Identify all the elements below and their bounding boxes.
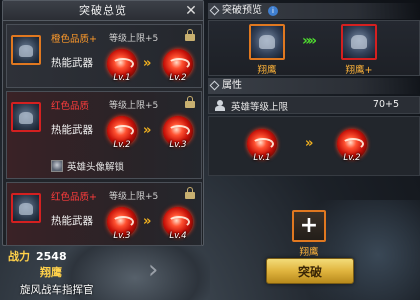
double-chevron-right-icon: »: [143, 214, 152, 229]
double-chevron-right-icon: »: [143, 123, 152, 138]
hero-portrait: [11, 193, 41, 223]
weapon-skill-icon[interactable]: Lv.2: [337, 129, 367, 163]
level-tag: Lv.1: [113, 73, 131, 83]
hero-name: 翔鹰: [40, 266, 62, 279]
diamond-icon: [209, 5, 220, 16]
weapon-skill-icon[interactable]: Lv.2: [163, 49, 193, 83]
breakthrough-detail-panel: 突破预览 i 翔鹰 »» 翔鹰+ 属性 英雄等级上限 70+5 Lv.1 » Lv…: [208, 0, 420, 300]
diamond-icon: [209, 80, 220, 91]
quality-label: 红色品质: [51, 101, 90, 112]
hero-card-name: 翔鹰: [257, 65, 277, 76]
quality-label: 橙色品质+: [51, 34, 97, 45]
weapon-label: 热能武器: [51, 215, 93, 227]
weapon-skill-icon[interactable]: Lv.4: [163, 207, 193, 241]
condition-label: 等级上限+5: [109, 192, 159, 202]
attribute-label: 英雄等级上限: [231, 102, 289, 113]
double-chevron-right-icon: »: [305, 136, 314, 151]
quality-label: 红色品质+: [51, 192, 97, 203]
breakthrough-row: 红色品质 等级上限+5 热能武器 Lv.2 » Lv.3 英雄头像解锁: [6, 91, 202, 179]
lock-icon: [185, 96, 195, 108]
hero-portrait: [11, 102, 41, 132]
add-material-button[interactable]: +: [292, 210, 326, 242]
plus-icon: +: [299, 213, 319, 238]
hero-card-next[interactable]: [341, 24, 377, 60]
material-name: 翔鹰: [299, 247, 319, 258]
section-header-preview: 突破预览 i: [208, 3, 420, 19]
condition-label: 等级上限+5: [109, 101, 159, 111]
level-tag: Lv.2: [343, 153, 361, 163]
double-chevron-right-icon: »»: [302, 33, 317, 49]
unlock-reward-label: 英雄头像解锁: [67, 162, 125, 173]
level-tag: Lv.2: [169, 73, 187, 83]
avatar-icon: [51, 160, 63, 172]
weapon-skill-icon[interactable]: Lv.3: [107, 207, 137, 241]
weapon-label: 热能武器: [51, 57, 93, 69]
weapon-skill-icon[interactable]: Lv.1: [107, 49, 137, 83]
double-chevron-right-icon: »: [143, 56, 152, 71]
attribute-row: 英雄等级上限 70+5: [208, 96, 420, 114]
section-title: 突破预览: [222, 5, 262, 16]
skill-upgrade-area: Lv.1 » Lv.2: [208, 116, 420, 176]
weapon-skill-icon[interactable]: Lv.2: [107, 116, 137, 150]
hero-level-icon: [215, 100, 225, 111]
unlock-reward: 英雄头像解锁: [51, 159, 124, 173]
breakthrough-summary-panel: 突破总览 ✕ 橙色品质+ 等级上限+5 热能武器 Lv.1 » Lv.2 红色品…: [2, 0, 204, 246]
level-tag: Lv.3: [169, 140, 187, 150]
info-icon[interactable]: i: [268, 6, 278, 16]
section-header-attributes: 属性: [208, 78, 420, 94]
combat-power: 战力 2548: [8, 248, 67, 264]
panel-title: 突破总览: [3, 1, 203, 21]
lock-icon: [185, 187, 195, 199]
breakthrough-button[interactable]: 突破: [266, 258, 354, 284]
weapon-label: 热能武器: [51, 124, 93, 136]
weapon-skill-icon[interactable]: Lv.3: [163, 116, 193, 150]
hero-card-name: 翔鹰+: [345, 65, 373, 76]
power-label: 战力: [8, 250, 30, 263]
level-tag: Lv.4: [169, 231, 187, 241]
hero-card-current[interactable]: [249, 24, 285, 60]
condition-label: 等级上限+5: [109, 34, 159, 44]
section-title: 属性: [222, 80, 242, 91]
level-tag: Lv.3: [113, 231, 131, 241]
level-tag: Lv.2: [113, 140, 131, 150]
lock-icon: [185, 29, 195, 41]
chevron-right-icon[interactable]: ›: [148, 252, 166, 288]
weapon-skill-icon[interactable]: Lv.1: [247, 129, 277, 163]
hero-portrait: [11, 35, 41, 65]
attribute-value: 70+5: [372, 99, 399, 110]
breakthrough-row: 红色品质+ 等级上限+5 热能武器 Lv.3 » Lv.4: [6, 182, 202, 246]
level-tag: Lv.1: [253, 153, 271, 163]
power-value: 2548: [36, 250, 67, 263]
close-icon[interactable]: ✕: [183, 3, 199, 19]
preview-box: 翔鹰 »» 翔鹰+: [208, 20, 420, 76]
hero-title: 旋风战车指挥官: [20, 284, 94, 296]
breakthrough-row: 橙色品质+ 等级上限+5 热能武器 Lv.1 » Lv.2: [6, 24, 202, 88]
